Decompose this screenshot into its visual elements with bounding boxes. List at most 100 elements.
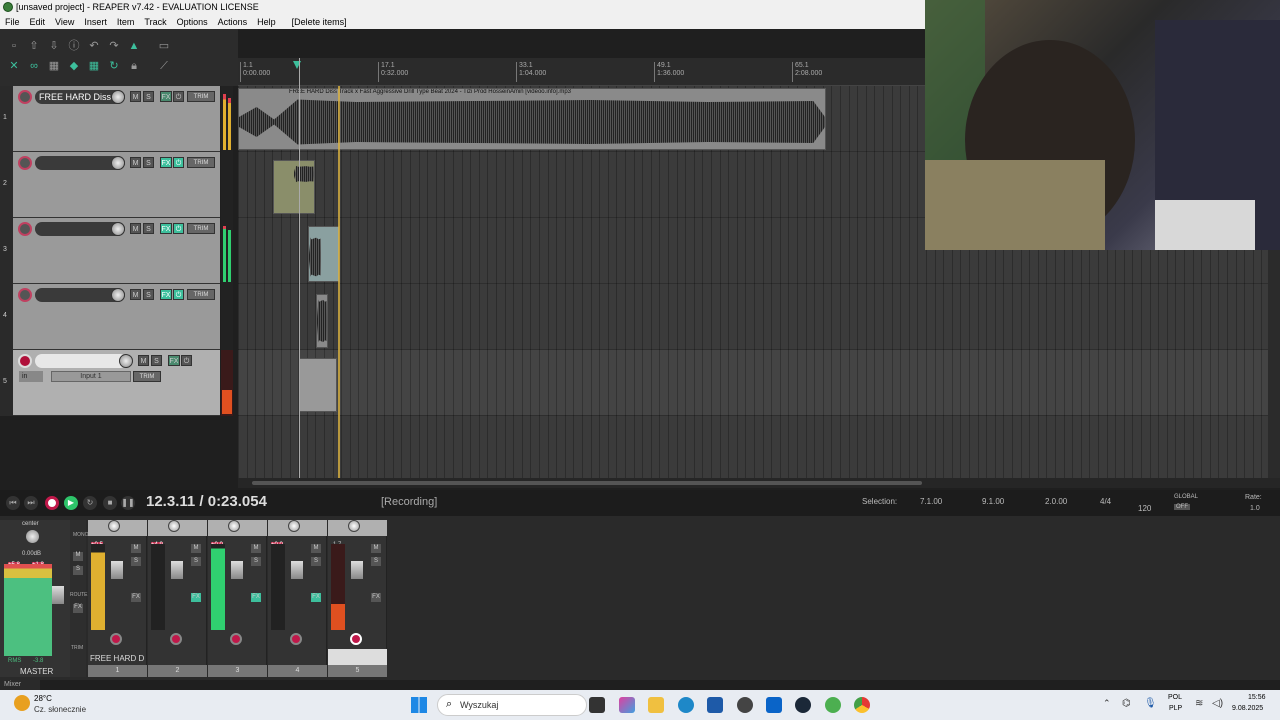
horizontal-scrollbar[interactable] [238, 478, 1280, 488]
start-icon[interactable] [411, 697, 427, 713]
pan-knob[interactable] [348, 520, 360, 532]
menu-track[interactable]: Track [139, 17, 171, 27]
vertical-scrollbar[interactable] [1268, 250, 1280, 478]
fx-button[interactable]: FX [251, 593, 261, 602]
mute-button[interactable]: M [311, 544, 321, 553]
fx-bypass-button[interactable]: ⏻ [173, 157, 184, 168]
trim-button[interactable]: TRIM [187, 289, 215, 300]
menu-delete-items[interactable]: [Delete items] [287, 17, 352, 27]
tempo[interactable]: 120 [1138, 504, 1151, 513]
menu-item[interactable]: Item [112, 17, 140, 27]
fx-button[interactable]: FX [131, 593, 141, 602]
menu-view[interactable]: View [50, 17, 79, 27]
selection-start[interactable]: 7.1.00 [920, 497, 942, 506]
mute-button[interactable]: M [130, 223, 141, 234]
master-mute-button[interactable]: M [73, 552, 83, 561]
fx-button[interactable]: FX [168, 355, 180, 366]
wifi-icon[interactable]: ≋ [1195, 698, 1203, 709]
mixer-strip-5[interactable]: -1.7 M S FX 5 [328, 520, 387, 677]
master-pan-knob[interactable] [26, 530, 39, 543]
menu-options[interactable]: Options [172, 17, 213, 27]
snap-grid-icon[interactable]: ▦ [87, 60, 101, 72]
language-2[interactable]: PLP [1169, 705, 1182, 712]
microphone-icon[interactable]: 🎙︎ [1144, 698, 1157, 709]
solo-button[interactable]: S [143, 157, 154, 168]
master-solo-button[interactable]: S [73, 566, 83, 575]
item-grouping-icon[interactable]: ▦ [47, 60, 61, 72]
weather-icon[interactable] [14, 695, 30, 711]
track-name[interactable] [35, 354, 127, 368]
lock-icon[interactable]: 🔒︎ [127, 60, 141, 72]
toolbar-blank-icon[interactable]: ▭ [157, 40, 171, 52]
fx-button[interactable]: FX [311, 593, 321, 602]
track-5[interactable]: M S FX ⏻ in Input 1 TRIM [13, 350, 220, 416]
selection-length[interactable]: 2.0.00 [1045, 497, 1067, 506]
mixer-tab[interactable]: Mixer [0, 679, 40, 690]
volume-fader[interactable] [170, 560, 184, 580]
go-to-start-icon[interactable]: ⏮ [6, 496, 20, 510]
repeat-icon[interactable]: ↻ [83, 496, 97, 510]
clock-date[interactable]: 9.08.2025 [1232, 705, 1263, 712]
record-arm-button[interactable] [110, 633, 122, 645]
task-view-icon[interactable] [589, 697, 605, 713]
input-select[interactable]: Input 1 [51, 371, 131, 382]
recording-item[interactable] [299, 358, 337, 412]
solo-button[interactable]: S [251, 557, 261, 566]
fx-bypass-button[interactable]: ⏻ [173, 91, 184, 102]
track-4[interactable]: M S FX ⏻ TRIM [13, 284, 220, 350]
auto-crossfade-icon[interactable]: ◆ [67, 60, 81, 72]
weather-desc[interactable]: Cz. słonecznie [34, 705, 86, 714]
pan-knob[interactable] [288, 520, 300, 532]
copilot-icon[interactable] [619, 697, 635, 713]
mute-button[interactable]: M [130, 289, 141, 300]
reaper-taskbar-icon[interactable] [737, 697, 753, 713]
weather-temp[interactable]: 28°C [34, 694, 52, 703]
fx-button[interactable]: FX [160, 223, 172, 234]
master-volume[interactable]: 0.00dB [22, 551, 41, 557]
save-project-icon[interactable]: ⇩ [47, 40, 61, 52]
volume-knob[interactable] [119, 354, 133, 368]
solo-button[interactable]: S [131, 557, 141, 566]
solo-button[interactable]: S [143, 289, 154, 300]
volume-fader[interactable] [350, 560, 364, 580]
volume-fader[interactable] [290, 560, 304, 580]
media-item[interactable]: FREE HARD Diss Track x Fast Aggressive D… [238, 88, 826, 150]
time-position[interactable]: 12.3.11 / 0:23.054 [146, 493, 267, 510]
volume-icon[interactable]: ◁) [1212, 698, 1223, 709]
global-state-button[interactable]: OFF [1174, 504, 1190, 510]
monitor-input-button[interactable]: in [19, 371, 43, 382]
record-button[interactable] [45, 496, 59, 510]
track-1[interactable]: FREE HARD Diss Tr M S FX ⏻ TRIM [13, 86, 220, 152]
route-button[interactable]: ROUTE [70, 592, 88, 598]
undo-icon[interactable]: ↶ [87, 40, 101, 52]
loop-icon[interactable]: ↻ [107, 60, 121, 72]
clock-time[interactable]: 15:56 [1248, 694, 1266, 701]
master-fader[interactable] [52, 586, 64, 604]
pan-knob[interactable] [108, 520, 120, 532]
mute-button[interactable]: M [371, 544, 381, 553]
solo-button[interactable]: S [143, 91, 154, 102]
track-3[interactable]: M S FX ⏻ TRIM [13, 218, 220, 284]
volume-knob[interactable] [111, 222, 125, 236]
record-arm-button[interactable] [18, 90, 32, 104]
outlook-icon[interactable] [766, 697, 782, 713]
record-arm-button[interactable] [290, 633, 302, 645]
pan-knob[interactable] [168, 520, 180, 532]
store-icon[interactable] [707, 697, 723, 713]
volume-knob[interactable] [111, 156, 125, 170]
fx-bypass-button[interactable]: ⏻ [173, 289, 184, 300]
media-item[interactable] [316, 294, 328, 348]
scroll-thumb[interactable] [252, 481, 922, 485]
master-fx-button[interactable]: FX [73, 604, 83, 613]
search-placeholder[interactable]: Wyszukaj [460, 700, 498, 710]
stop-button[interactable]: ■ [103, 496, 117, 510]
redo-icon[interactable]: ↷ [107, 40, 121, 52]
menu-help[interactable]: Help [252, 17, 281, 27]
mixer-strip-2[interactable]: +4.9 M S FX 2 [148, 520, 207, 677]
envelope-icon[interactable]: ⟋ [157, 60, 171, 72]
solo-button[interactable]: S [151, 355, 162, 366]
solo-button[interactable]: S [191, 557, 201, 566]
record-arm-button[interactable] [170, 633, 182, 645]
app-icon[interactable] [825, 697, 841, 713]
trim-button[interactable]: TRIM [187, 91, 215, 102]
